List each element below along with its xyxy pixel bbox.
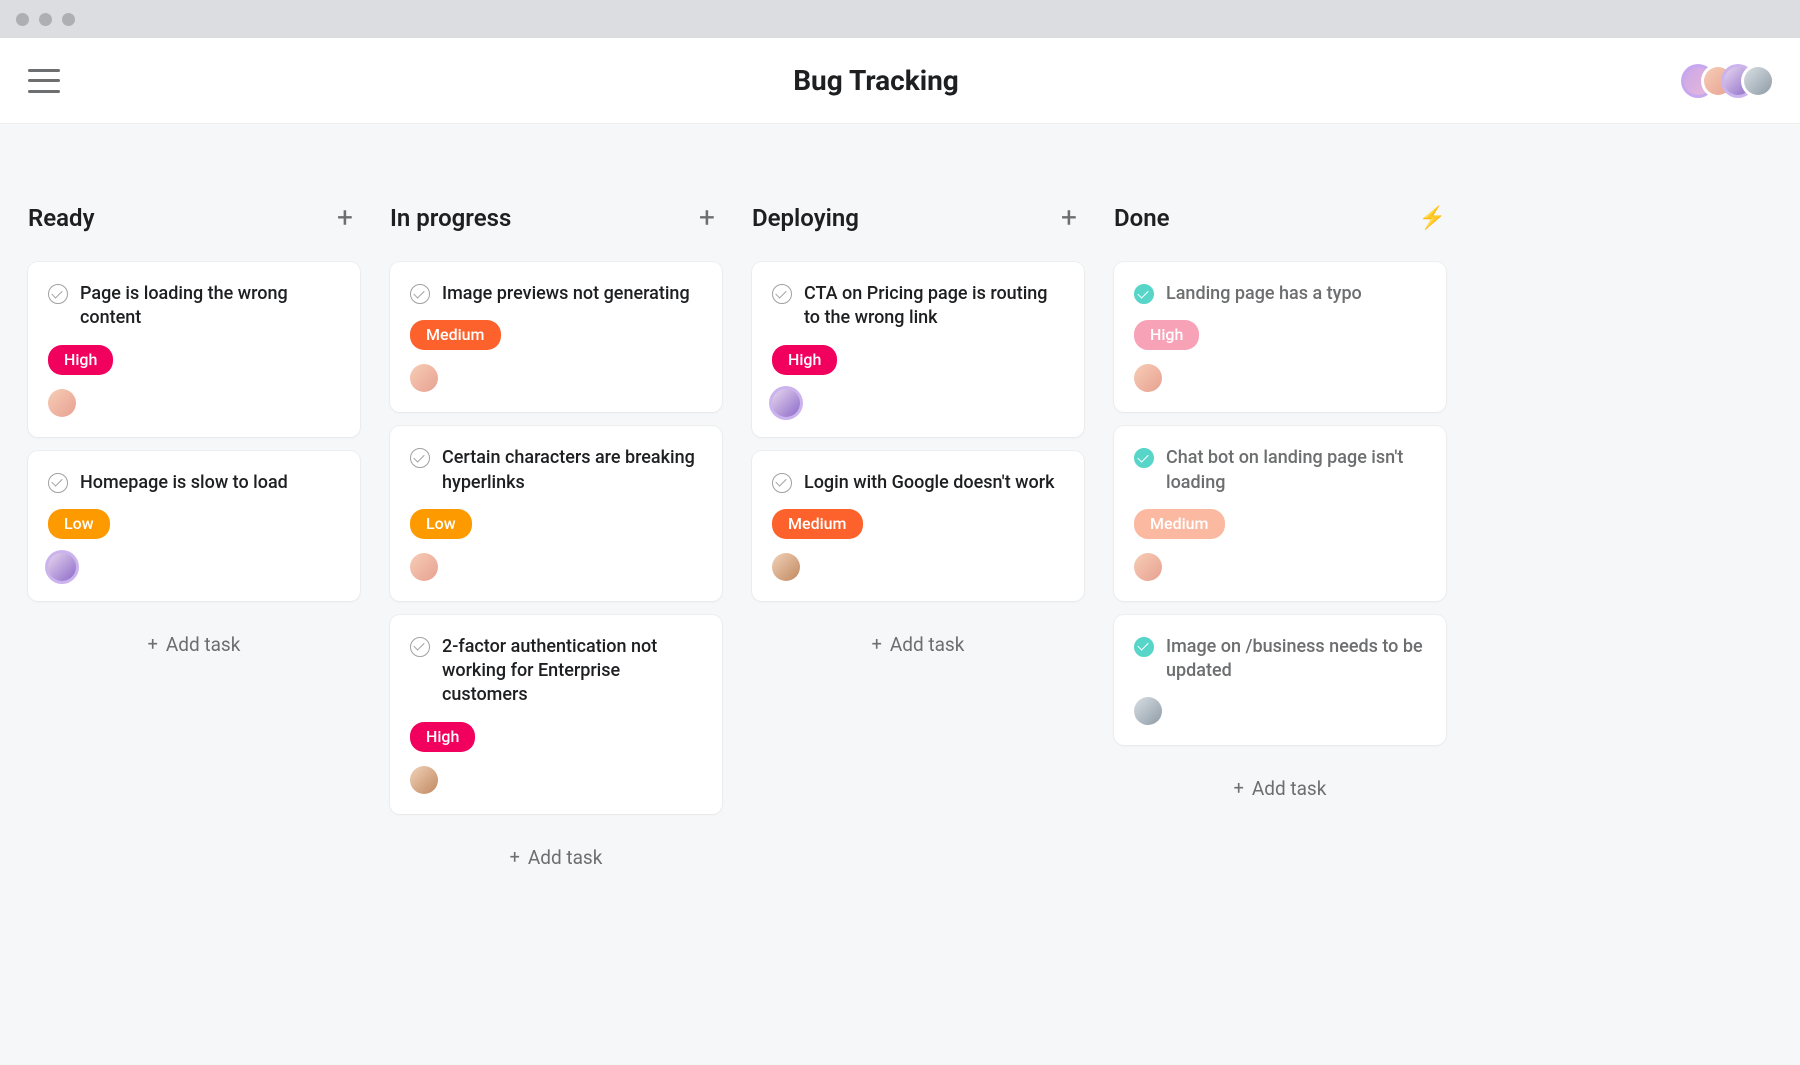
complete-check-icon[interactable] xyxy=(410,637,430,657)
add-task-button[interactable]: + Add task xyxy=(1114,759,1446,818)
column: In progress + Image previews not generatin… xyxy=(390,204,722,887)
column-header: In progress + xyxy=(390,204,722,232)
add-task-button[interactable]: + Add task xyxy=(752,615,1084,674)
task-card[interactable]: CTA on Pricing page is routing to the wr… xyxy=(752,262,1084,437)
add-task-label: Add task xyxy=(890,633,965,656)
complete-check-icon[interactable] xyxy=(1134,448,1154,468)
priority-badge: Medium xyxy=(410,320,501,350)
task-title: Image on /business needs to be updated xyxy=(1166,635,1426,684)
task-card[interactable]: Landing page has a typo High xyxy=(1114,262,1446,412)
task-card[interactable]: Certain characters are breaking hyperlin… xyxy=(390,426,722,601)
task-card[interactable]: 2-factor authentication not working for … xyxy=(390,615,722,814)
complete-check-icon[interactable] xyxy=(772,473,792,493)
assignee-avatar[interactable] xyxy=(1134,553,1162,581)
task-card[interactable]: Chat bot on landing page isn't loading Me… xyxy=(1114,426,1446,601)
priority-badge: High xyxy=(48,345,113,375)
plus-icon: + xyxy=(148,634,158,655)
kanban-board: Ready + Page is loading the wrong content H… xyxy=(0,124,1800,887)
priority-badge: High xyxy=(772,345,837,375)
column-header: Deploying + xyxy=(752,204,1084,232)
task-card[interactable]: Login with Google doesn't work Medium xyxy=(752,451,1084,601)
task-title: Landing page has a typo xyxy=(1166,282,1362,306)
assignee-avatar[interactable] xyxy=(410,364,438,392)
add-task-button[interactable]: + Add task xyxy=(28,615,360,674)
task-card[interactable]: Homepage is slow to load Low xyxy=(28,451,360,601)
complete-check-icon[interactable] xyxy=(410,284,430,304)
plus-icon: + xyxy=(872,634,882,655)
complete-check-icon[interactable] xyxy=(1134,637,1154,657)
priority-badge: Medium xyxy=(1134,509,1225,539)
topbar: Bug Tracking xyxy=(0,38,1800,124)
add-task-label: Add task xyxy=(528,846,603,869)
avatar[interactable] xyxy=(1744,67,1772,95)
hamburger-menu-icon[interactable] xyxy=(28,67,60,95)
priority-badge: High xyxy=(410,722,475,752)
assignee-avatar[interactable] xyxy=(772,389,800,417)
task-title: Homepage is slow to load xyxy=(80,471,288,495)
assignee-avatar[interactable] xyxy=(410,766,438,794)
priority-badge: Medium xyxy=(772,509,863,539)
plus-icon: + xyxy=(510,847,520,868)
assignee-avatar[interactable] xyxy=(1134,364,1162,392)
column-title: Done xyxy=(1114,204,1170,232)
column: Done ⚡ Landing page has a typo High Chat bot… xyxy=(1114,204,1446,818)
window-dot-zoom[interactable] xyxy=(62,13,75,26)
complete-check-icon[interactable] xyxy=(410,448,430,468)
complete-check-icon[interactable] xyxy=(1134,284,1154,304)
window-titlebar xyxy=(0,0,1800,38)
priority-badge: High xyxy=(1134,320,1199,350)
add-card-button[interactable]: + xyxy=(1054,204,1084,232)
task-card[interactable]: Page is loading the wrong content High xyxy=(28,262,360,437)
task-card[interactable]: Image on /business needs to be updated xyxy=(1114,615,1446,746)
assignee-avatar[interactable] xyxy=(772,553,800,581)
assignee-avatar[interactable] xyxy=(1134,697,1162,725)
task-title: CTA on Pricing page is routing to the wr… xyxy=(804,282,1064,331)
column-header: Done ⚡ xyxy=(1114,204,1446,232)
complete-check-icon[interactable] xyxy=(772,284,792,304)
lightning-icon[interactable]: ⚡ xyxy=(1419,206,1446,231)
window-dot-close[interactable] xyxy=(16,13,29,26)
column: Deploying + CTA on Pricing page is routing… xyxy=(752,204,1084,674)
task-title: 2-factor authentication not working for … xyxy=(442,635,702,708)
task-title: Chat bot on landing page isn't loading xyxy=(1166,446,1426,495)
add-task-label: Add task xyxy=(166,633,241,656)
column-header: Ready + xyxy=(28,204,360,232)
plus-icon: + xyxy=(1234,778,1244,799)
task-title: Login with Google doesn't work xyxy=(804,471,1054,495)
add-card-button[interactable]: + xyxy=(692,204,722,232)
complete-check-icon[interactable] xyxy=(48,284,68,304)
assignee-avatar[interactable] xyxy=(410,553,438,581)
column-title: In progress xyxy=(390,204,511,232)
priority-badge: Low xyxy=(48,509,110,539)
task-title: Certain characters are breaking hyperlin… xyxy=(442,446,702,495)
assignee-avatar[interactable] xyxy=(48,389,76,417)
column-title: Ready xyxy=(28,204,94,232)
priority-badge: Low xyxy=(410,509,472,539)
add-card-button[interactable]: + xyxy=(330,204,360,232)
task-card[interactable]: Image previews not generating Medium xyxy=(390,262,722,412)
task-title: Image previews not generating xyxy=(442,282,690,306)
project-members[interactable] xyxy=(1692,67,1772,95)
add-task-button[interactable]: + Add task xyxy=(390,828,722,887)
window-dot-minimize[interactable] xyxy=(39,13,52,26)
add-task-label: Add task xyxy=(1252,777,1327,800)
column-title: Deploying xyxy=(752,204,859,232)
assignee-avatar[interactable] xyxy=(48,553,76,581)
complete-check-icon[interactable] xyxy=(48,473,68,493)
column: Ready + Page is loading the wrong content H… xyxy=(28,204,360,674)
page-title: Bug Tracking xyxy=(793,64,959,97)
task-title: Page is loading the wrong content xyxy=(80,282,340,331)
